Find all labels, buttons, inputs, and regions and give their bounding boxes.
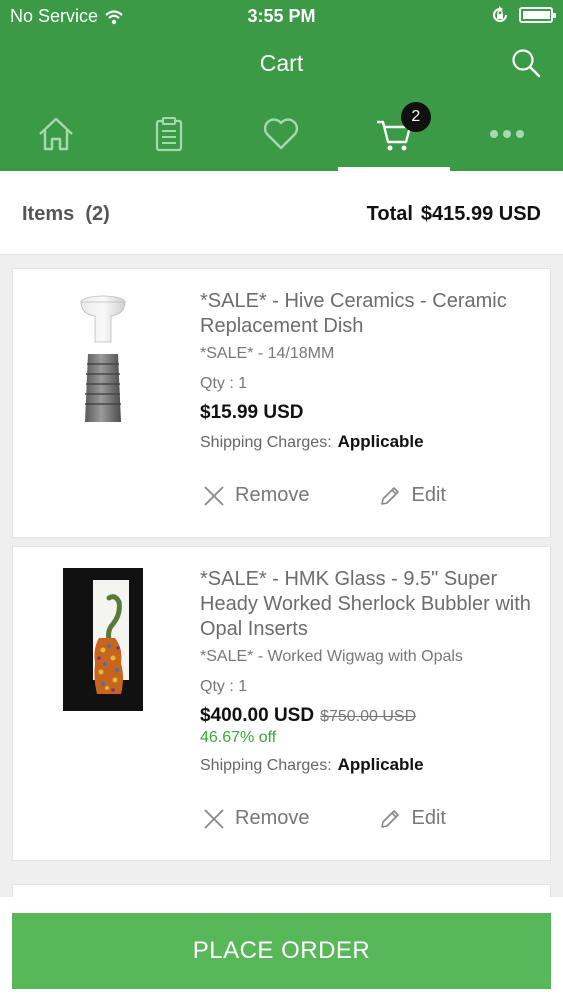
product-variant: *SALE* - Worked Wigwag with Opals xyxy=(200,648,463,665)
items-count-value: (2) xyxy=(85,203,110,225)
product-info: *SALE* - Hive Ceramics - Ceramic Replace… xyxy=(200,289,540,452)
tab-orders[interactable] xyxy=(113,96,226,171)
product-title[interactable]: *SALE* - HMK Glass - 9.5" Super Heady Wo… xyxy=(200,567,540,642)
items-count: Items (2) xyxy=(22,203,110,226)
shipping-value: Applicable xyxy=(337,432,424,451)
item-actions: Remove Edit xyxy=(203,807,446,830)
product-title[interactable]: *SALE* - Hive Ceramics - Ceramic Replace… xyxy=(200,289,540,339)
status-right xyxy=(491,6,556,24)
edit-label: Edit xyxy=(411,807,446,829)
product-price: $15.99 USD xyxy=(200,402,540,424)
cart-summary: Items (2) Total $415.99 USD xyxy=(0,171,563,255)
shipping-label: Shipping Charges: xyxy=(200,757,332,774)
product-quantity: Qty : 1 xyxy=(200,375,248,392)
original-price: $750.00 USD xyxy=(320,708,417,725)
tab-wishlist[interactable] xyxy=(225,96,338,171)
tab-bar: 2 xyxy=(0,96,563,171)
close-icon xyxy=(204,808,224,829)
edit-button[interactable]: Edit xyxy=(379,807,446,830)
status-time: 3:55 PM xyxy=(247,6,316,26)
price-value: $400.00 USD xyxy=(200,705,315,726)
cart-item: *SALE* - Hive Ceramics - Ceramic Replace… xyxy=(12,268,551,538)
item-actions: Remove Edit xyxy=(203,484,446,507)
rotation-lock-icon xyxy=(493,6,507,22)
shipping-label: Shipping Charges: xyxy=(200,434,332,451)
product-image[interactable] xyxy=(63,294,143,429)
tab-home[interactable] xyxy=(0,96,113,171)
shipping-charges: Shipping Charges: Applicable xyxy=(200,755,540,775)
product-variant: *SALE* - 14/18MM xyxy=(200,345,335,362)
cart-count-badge: 2 xyxy=(400,102,431,132)
home-icon xyxy=(39,117,74,150)
cart-total: Total $415.99 USD xyxy=(367,203,541,226)
cart-item: *SALE* - HMK Glass - 9.5" Super Heady Wo… xyxy=(12,546,551,861)
remove-button[interactable]: Remove xyxy=(203,807,309,830)
more-icon xyxy=(489,129,524,138)
page-title: Cart xyxy=(259,50,304,76)
heart-icon xyxy=(264,117,299,149)
discount-text: 46.67% off xyxy=(200,729,277,746)
title-bar: Cart xyxy=(0,32,563,96)
battery-icon xyxy=(519,7,556,23)
search-icon[interactable] xyxy=(509,46,543,80)
tab-more[interactable] xyxy=(450,96,563,171)
close-icon xyxy=(204,485,224,506)
place-order-button[interactable]: PLACE ORDER xyxy=(12,913,551,989)
total-value: $415.99 USD xyxy=(420,203,541,225)
edit-label: Edit xyxy=(411,484,446,506)
clipboard-icon xyxy=(155,116,182,151)
status-bar: No Service 3:55 PM xyxy=(0,0,563,32)
remove-label: Remove xyxy=(235,807,310,829)
product-image[interactable] xyxy=(63,568,143,711)
remove-label: Remove xyxy=(235,484,310,506)
shipping-charges: Shipping Charges: Applicable xyxy=(200,432,540,452)
remove-button[interactable]: Remove xyxy=(203,484,309,507)
pencil-icon xyxy=(381,486,400,505)
items-label: Items xyxy=(22,203,75,225)
total-label: Total xyxy=(366,203,413,225)
product-quantity: Qty : 1 xyxy=(200,678,248,695)
shipping-value: Applicable xyxy=(337,755,424,774)
edit-button[interactable]: Edit xyxy=(379,484,446,507)
battery-fill xyxy=(523,11,550,19)
tab-cart[interactable]: 2 xyxy=(337,96,451,171)
pencil-icon xyxy=(381,809,400,828)
product-price: $400.00 USD $750.00 USD xyxy=(200,705,540,727)
price-value: $15.99 USD xyxy=(200,402,304,423)
product-info: *SALE* - HMK Glass - 9.5" Super Heady Wo… xyxy=(200,567,540,775)
